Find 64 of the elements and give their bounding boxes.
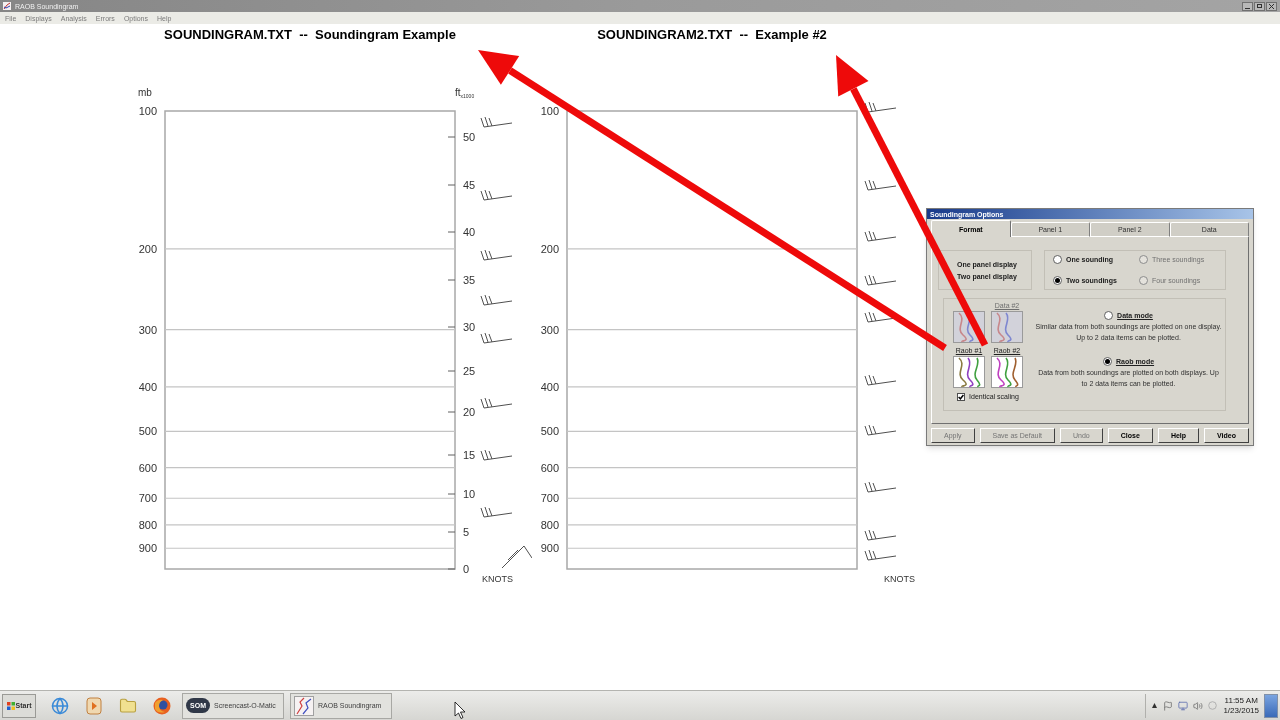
height-label: 0 (463, 563, 470, 575)
height-label: 35 (463, 274, 476, 286)
profile-thumbnail[interactable] (953, 356, 985, 388)
minimize-icon (1245, 7, 1250, 9)
radio-button[interactable] (1053, 275, 1062, 285)
clock-time: 11:55 AM (1224, 695, 1258, 706)
radio-button[interactable] (1053, 255, 1062, 265)
chart-title: SOUNDINGRAM2.TXT -- Example #2 (597, 26, 827, 44)
pressure-label: 400 (138, 380, 157, 393)
pressure-unit-label: mb (138, 87, 152, 98)
flag-icon (1163, 700, 1174, 711)
height-unit-label: ft$_{x1000}$ (455, 87, 475, 99)
wind-unit-label: KNOTS (482, 574, 513, 584)
folder-icon (119, 696, 137, 715)
pressure-label: 200 (138, 242, 157, 255)
checkbox[interactable] (957, 392, 966, 401)
show-desktop-button[interactable] (1264, 693, 1278, 718)
height-label: 25 (463, 365, 476, 377)
pressure-label: 500 (540, 425, 559, 438)
pressure-label: 900 (138, 542, 157, 555)
maximize-button[interactable] (1254, 1, 1265, 11)
height-label: 15 (463, 449, 476, 461)
speaker-icon (1193, 700, 1204, 711)
pressure-label: 400 (540, 380, 559, 393)
app-chart-icon (3, 2, 11, 10)
height-label: 40 (463, 226, 476, 238)
taskbar-icon[interactable] (152, 695, 172, 716)
windows-flag-icon (6, 701, 15, 710)
height-label: 10 (463, 488, 476, 500)
pressure-label: 600 (540, 461, 559, 474)
cursor-icon (454, 701, 466, 719)
ring-icon (1208, 701, 1218, 710)
wind-unit-label: KNOTS (884, 574, 915, 584)
globe-icon (51, 696, 69, 715)
pressure-label: 700 (138, 492, 157, 505)
play-icon (86, 696, 102, 715)
pressure-label: 300 (138, 323, 157, 336)
pressure-label: 100 (138, 105, 157, 117)
pressure-label: 800 (138, 518, 157, 531)
pressure-label: 700 (540, 492, 559, 505)
pressure-label: 600 (138, 461, 157, 474)
clock-date: 1/23/2015 (1223, 705, 1259, 716)
close-icon (1269, 3, 1274, 9)
radio-button[interactable] (1102, 356, 1112, 366)
chart-icon (294, 695, 314, 716)
browser-globe-icon (153, 696, 171, 715)
pressure-label: 800 (540, 518, 559, 531)
expand-arrow-icon (1152, 703, 1158, 708)
height-label: 50 (463, 131, 476, 143)
height-label: 30 (463, 321, 476, 333)
chart-title: SOUNDINGRAM.TXT -- Soundingram Example (164, 26, 456, 44)
maximize-icon (1257, 4, 1262, 8)
pressure-label: 900 (540, 542, 559, 555)
pressure-label: 500 (138, 425, 157, 438)
height-label: 20 (463, 406, 476, 418)
taskbar-icon[interactable] (84, 695, 104, 716)
height-label: 45 (463, 179, 476, 191)
height-label: 5 (463, 526, 470, 538)
profile-thumbnail[interactable] (991, 356, 1023, 388)
radio-button[interactable] (1104, 310, 1114, 320)
minimize-button[interactable] (1242, 1, 1253, 11)
monitor-icon (1178, 700, 1189, 711)
close-button[interactable] (1266, 1, 1277, 11)
taskbar-icon[interactable] (50, 695, 70, 716)
